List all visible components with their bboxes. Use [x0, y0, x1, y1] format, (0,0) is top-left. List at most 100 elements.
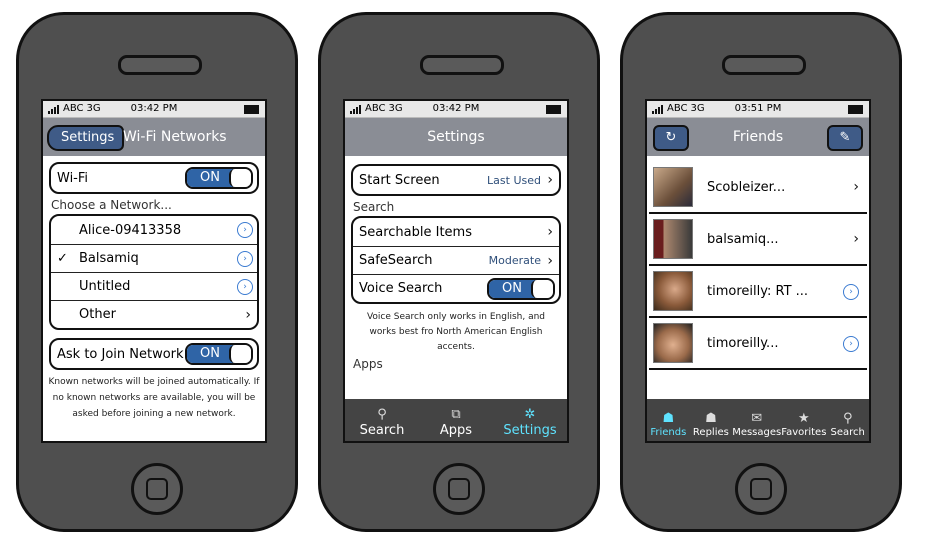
ask-join-row: Ask to Join Network ON	[51, 340, 257, 368]
wifi-label: Wi-Fi	[57, 170, 89, 186]
info-icon[interactable]: ›	[237, 222, 253, 238]
ask-join-toggle[interactable]: ON	[185, 343, 253, 365]
chevron-right-icon: ›	[547, 172, 553, 188]
network-name: Other	[79, 307, 116, 322]
choose-network-label: Choose a Network...	[51, 198, 172, 212]
envelope-icon: ✉	[751, 411, 763, 426]
chevron-right-icon: ›	[853, 179, 859, 195]
tab-friends[interactable]: ☗ Friends	[647, 399, 690, 441]
chevron-right-icon: ›	[547, 252, 553, 269]
nav-bar: Settings Wi-Fi Networks	[43, 118, 265, 156]
apps-section-label: Apps	[353, 357, 383, 371]
tab-search[interactable]: ⚲ Search	[345, 399, 419, 441]
compose-icon: ✎	[839, 130, 851, 145]
tab-search[interactable]: ⚲ Search	[826, 399, 869, 441]
info-icon[interactable]: ›	[237, 279, 253, 295]
wifi-toggle[interactable]: ON	[185, 167, 253, 189]
voice-search-toggle[interactable]: ON	[487, 278, 555, 300]
magnifier-icon: ⚲	[842, 411, 853, 426]
network-row[interactable]: Other ›	[51, 300, 257, 328]
network-name: Alice-09413358	[79, 222, 182, 238]
page-title: Settings	[427, 129, 485, 145]
avatar	[653, 271, 693, 311]
compose-button[interactable]: ✎	[827, 125, 863, 151]
safesearch-row[interactable]: SafeSearch Moderate ›	[353, 246, 559, 274]
toggle-knob	[229, 345, 251, 363]
home-square-icon	[750, 478, 772, 500]
chevron-right-icon: ›	[547, 224, 553, 240]
safesearch-value: Moderate	[488, 254, 541, 267]
toggle-knob	[531, 280, 553, 298]
status-time: 03:42 PM	[432, 103, 480, 114]
network-list: Alice-09413358 › ✓ Balsamiq › Untitled ›…	[49, 214, 259, 330]
phone-settings: ABC 3G 03:42 PM Settings Start Screen La…	[318, 12, 600, 532]
network-name: Untitled	[79, 279, 131, 294]
screen-friends: ABC 3G 03:51 PM ↻ Friends ✎ Scobleizer..…	[645, 99, 871, 443]
start-screen-group: Start Screen Last Used ›	[351, 164, 561, 196]
tab-label: Apps	[439, 423, 473, 438]
nav-bar: Settings	[345, 118, 567, 156]
tab-settings[interactable]: ✲ Settings	[493, 399, 567, 441]
star-icon: ★	[797, 411, 810, 426]
home-square-icon	[448, 478, 470, 500]
speaker-grille	[420, 55, 504, 75]
info-icon[interactable]: ›	[237, 251, 253, 267]
status-time: 03:42 PM	[130, 103, 178, 114]
voice-search-row: Voice Search ON	[353, 274, 559, 302]
home-button[interactable]	[735, 463, 787, 515]
tab-favorites[interactable]: ★ Favorites	[781, 399, 826, 441]
home-square-icon	[146, 478, 168, 500]
info-icon[interactable]: ›	[843, 284, 859, 300]
tab-label: Search	[359, 423, 405, 438]
chevron-right-icon: ›	[853, 231, 859, 247]
network-row[interactable]: ✓ Balsamiq ›	[51, 244, 257, 272]
wifi-footer-note: Known networks will be joined automatica…	[48, 377, 260, 419]
speaker-grille	[118, 55, 202, 75]
friend-row[interactable]: timoreilly... ›	[649, 318, 867, 370]
network-name: Balsamiq	[79, 251, 139, 266]
friend-row[interactable]: balsamiq... ›	[649, 214, 867, 266]
speaker-grille	[722, 55, 806, 75]
safesearch-label: SafeSearch	[359, 253, 433, 268]
status-time: 03:51 PM	[734, 103, 782, 114]
friend-row[interactable]: Scobleizer... ›	[649, 162, 867, 214]
friend-row[interactable]: timoreilly: RT ... ›	[649, 266, 867, 318]
info-icon[interactable]: ›	[843, 336, 859, 352]
network-row[interactable]: Alice-09413358 ›	[51, 216, 257, 244]
search-settings-group: Searchable Items › SafeSearch Moderate ›…	[351, 216, 561, 304]
battery-icon	[546, 105, 561, 114]
screen-wifi: ABC 3G 03:42 PM Settings Wi-Fi Networks …	[41, 99, 267, 443]
avatar	[653, 167, 693, 207]
phone-wifi: ABC 3G 03:42 PM Settings Wi-Fi Networks …	[16, 12, 298, 532]
toggle-on-label: ON	[187, 169, 233, 187]
page-title: Wi-Fi Networks	[123, 129, 227, 145]
tab-label: Replies	[692, 427, 729, 438]
tab-messages[interactable]: ✉ Messages	[732, 399, 781, 441]
searchable-items-row[interactable]: Searchable Items ›	[353, 218, 559, 246]
avatar	[653, 323, 693, 363]
tab-apps[interactable]: ⧉ Apps	[419, 399, 493, 441]
start-screen-row[interactable]: Start Screen Last Used ›	[353, 166, 559, 194]
status-bar: ABC 3G 03:42 PM	[43, 101, 265, 118]
battery-icon	[848, 105, 863, 114]
battery-icon	[244, 105, 259, 114]
friends-icon: ☗	[662, 411, 675, 426]
voice-search-note: Voice Search only works in English, and …	[366, 312, 546, 352]
voice-search-label: Voice Search	[359, 281, 443, 296]
gear-icon: ✲	[524, 407, 536, 422]
tab-replies[interactable]: ☗ Replies	[690, 399, 733, 441]
status-bar: ABC 3G 03:42 PM	[345, 101, 567, 118]
home-button[interactable]	[433, 463, 485, 515]
network-row[interactable]: Untitled ›	[51, 272, 257, 300]
ask-join-group: Ask to Join Network ON	[49, 338, 259, 370]
friend-name: balsamiq...	[707, 231, 779, 247]
start-screen-value: Last Used	[487, 173, 541, 187]
back-button[interactable]: Settings	[47, 125, 125, 151]
refresh-button[interactable]: ↻	[653, 125, 689, 151]
replies-icon: ☗	[705, 411, 717, 426]
home-button[interactable]	[131, 463, 183, 515]
refresh-icon: ↻	[665, 130, 677, 145]
tab-label: Settings	[503, 423, 557, 438]
toggle-knob	[229, 169, 251, 187]
search-section-label: Search	[353, 200, 395, 214]
